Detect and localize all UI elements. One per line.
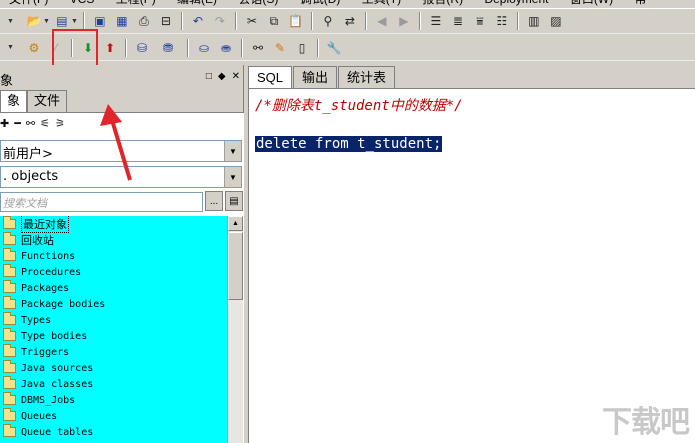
annotation-arrow: [100, 104, 132, 181]
arrow-shaft: [110, 119, 132, 181]
arrow-head: [100, 104, 122, 126]
pl-sql-developer-window: 文件(F) VCS 工程(P) 编辑(E) 会话(S) 调试(D) 工具(T) …: [0, 0, 695, 443]
